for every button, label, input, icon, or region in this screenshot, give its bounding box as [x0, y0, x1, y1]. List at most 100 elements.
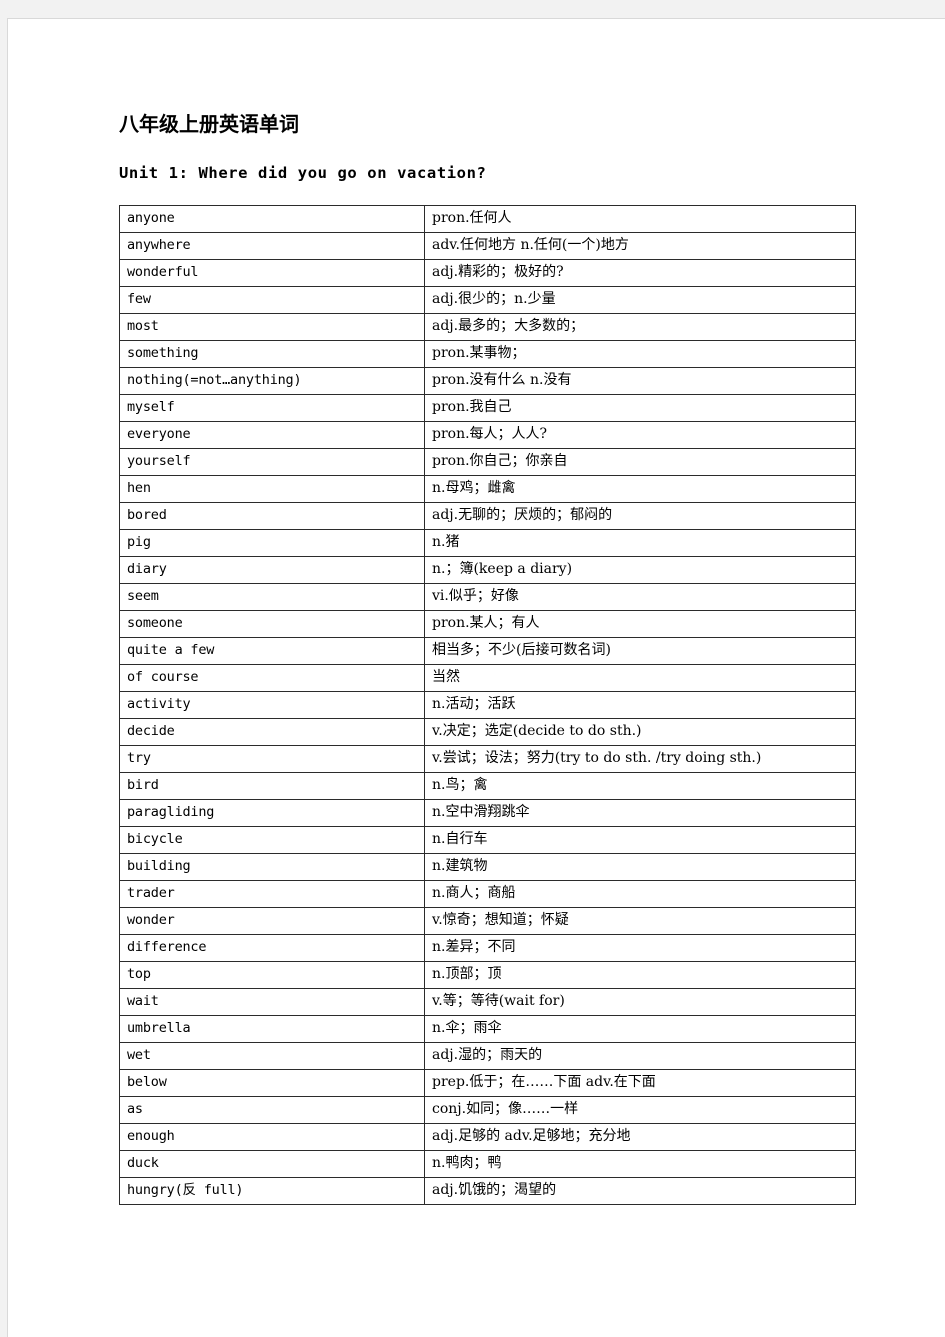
title-character: 词 — [279, 112, 299, 136]
vocab-word-cell: of course — [119, 664, 425, 692]
vocab-meaning-cell: n.猪 — [424, 529, 856, 557]
vocab-word-cell: wet — [119, 1042, 425, 1070]
table-row: of course 当然 — [119, 664, 856, 692]
vocab-word-cell: pig — [119, 529, 425, 557]
title-character: 单 — [259, 112, 279, 136]
vocab-meaning-cell: n.差异；不同 — [424, 934, 856, 962]
vocab-word-cell: everyone — [119, 421, 425, 449]
table-row: top n.顶部；顶 — [119, 961, 856, 989]
vocab-meaning-cell: pron.某事物； — [424, 340, 856, 368]
table-row: wonder v.惊奇；想知道；怀疑 — [119, 907, 856, 935]
vocab-word-cell: difference — [119, 934, 425, 962]
table-row: hen n.母鸡；雌禽 — [119, 475, 856, 503]
vocab-meaning-cell: adj.很少的；n.少量 — [424, 286, 856, 314]
vocab-word-cell: umbrella — [119, 1015, 425, 1043]
table-row: anywhere adv.任何地方 n.任何(一个)地方 — [119, 232, 856, 260]
table-row: as conj.如同；像……一样 — [119, 1096, 856, 1124]
vocabulary-table-body: anyone pron.任何人 anywhere adv.任何地方 n.任何(一个)地… — [119, 205, 856, 1205]
vocab-word-cell: quite a few — [119, 637, 425, 665]
table-row: decide v.决定；选定(decide to do sth.) — [119, 718, 856, 746]
vocab-word-cell: activity — [119, 691, 425, 719]
vocab-word-cell: top — [119, 961, 425, 989]
table-row: something pron.某事物； — [119, 340, 856, 368]
vocab-word-cell: enough — [119, 1123, 425, 1151]
table-row: anyone pron.任何人 — [119, 205, 856, 233]
table-row: someone pron.某人；有人 — [119, 610, 856, 638]
vocab-word-cell: someone — [119, 610, 425, 638]
vocabulary-table: anyone pron.任何人 anywhere adv.任何地方 n.任何(一个)地… — [119, 205, 856, 1205]
table-row: activity n.活动；活跃 — [119, 691, 856, 719]
vocab-meaning-cell: n.鸭肉；鸭 — [424, 1150, 856, 1178]
vocab-word-cell: most — [119, 313, 425, 341]
table-row: below prep.低于；在……下面 adv.在下面 — [119, 1069, 856, 1097]
table-row: hungry(反 full) adj.饥饿的；渴望的 — [119, 1177, 856, 1205]
vocab-word-cell: trader — [119, 880, 425, 908]
vocab-meaning-cell: pron.某人；有人 — [424, 610, 856, 638]
vocab-meaning-cell: adj.精彩的；极好的? — [424, 259, 856, 287]
vocab-meaning-cell: pron.每人；人人? — [424, 421, 856, 449]
vocab-word-cell: building — [119, 853, 425, 881]
table-row: bird n.鸟；禽 — [119, 772, 856, 800]
table-row: yourself pron.你自己；你亲自 — [119, 448, 856, 476]
table-row: bored adj.无聊的；厌烦的；郁闷的 — [119, 502, 856, 530]
vocab-word-cell: something — [119, 340, 425, 368]
vocab-meaning-cell: 当然 — [424, 664, 856, 692]
table-row: most adj.最多的；大多数的； — [119, 313, 856, 341]
vocab-meaning-cell: n.活动；活跃 — [424, 691, 856, 719]
table-row: nothing(=not…anything) pron.没有什么 n.没有 — [119, 367, 856, 395]
unit-heading: Unit 1: Where did you go on vacation? — [119, 164, 487, 182]
title-character: 语 — [239, 112, 259, 136]
document-content: 八年级上册英语单词 Unit 1: Where did you go on va… — [113, 109, 856, 1205]
table-row: enough adj.足够的 adv.足够地；充分地 — [119, 1123, 856, 1151]
vocab-meaning-cell: adj.饥饿的；渴望的 — [424, 1177, 856, 1205]
vocab-word-cell: myself — [119, 394, 425, 422]
vocab-word-cell: below — [119, 1069, 425, 1097]
table-row: umbrella n.伞；雨伞 — [119, 1015, 856, 1043]
table-row: trader n.商人；商船 — [119, 880, 856, 908]
title-character: 八 — [119, 112, 139, 136]
vocab-meaning-cell: adv.任何地方 n.任何(一个)地方 — [424, 232, 856, 260]
vocab-meaning-cell: conj.如同；像……一样 — [424, 1096, 856, 1124]
vocab-meaning-cell: n.鸟；禽 — [424, 772, 856, 800]
table-row: quite a few 相当多；不少(后接可数名词) — [119, 637, 856, 665]
vocab-meaning-cell: n.空中滑翔跳伞 — [424, 799, 856, 827]
vocab-word-cell: wonderful — [119, 259, 425, 287]
table-row: wait v.等；等待(wait for) — [119, 988, 856, 1016]
vocab-meaning-cell: vi.似乎；好像 — [424, 583, 856, 611]
vocab-meaning-cell: pron.我自己 — [424, 394, 856, 422]
table-row: wet adj.湿的；雨天的 — [119, 1042, 856, 1070]
table-row: building n.建筑物 — [119, 853, 856, 881]
vocab-word-cell: hungry(反 full) — [119, 1177, 425, 1205]
vocab-meaning-cell: 相当多；不少(后接可数名词) — [424, 637, 856, 665]
vocab-word-cell: yourself — [119, 448, 425, 476]
table-row: few adj.很少的；n.少量 — [119, 286, 856, 314]
vocab-word-cell: bicycle — [119, 826, 425, 854]
vocab-word-cell: as — [119, 1096, 425, 1124]
vocab-word-cell: paragliding — [119, 799, 425, 827]
vocab-word-cell: few — [119, 286, 425, 314]
vocab-meaning-cell: prep.低于；在……下面 adv.在下面 — [424, 1069, 856, 1097]
vocab-meaning-cell: n.顶部；顶 — [424, 961, 856, 989]
vocab-meaning-cell: pron.你自己；你亲自 — [424, 448, 856, 476]
vocab-meaning-cell: n.自行车 — [424, 826, 856, 854]
table-row: myself pron.我自己 — [119, 394, 856, 422]
table-row: difference n.差异；不同 — [119, 934, 856, 962]
vocab-word-cell: diary — [119, 556, 425, 584]
table-row: try v.尝试；设法；努力(try to do sth. /try doing … — [119, 745, 856, 773]
document-page: 八年级上册英语单词 Unit 1: Where did you go on va… — [7, 18, 945, 1337]
page-title: 八年级上册英语单词 — [113, 109, 855, 139]
table-row: seem vi.似乎；好像 — [119, 583, 856, 611]
vocab-meaning-cell: pron.任何人 — [424, 205, 856, 233]
vocab-word-cell: wait — [119, 988, 425, 1016]
table-row: everyone pron.每人；人人? — [119, 421, 856, 449]
table-row: wonderful adj.精彩的；极好的? — [119, 259, 856, 287]
vocab-meaning-cell: adj.最多的；大多数的； — [424, 313, 856, 341]
vocab-meaning-cell: n.商人；商船 — [424, 880, 856, 908]
vocab-meaning-cell: v.等；等待(wait for) — [424, 988, 856, 1016]
vocab-word-cell: anywhere — [119, 232, 425, 260]
title-character: 上 — [179, 112, 199, 136]
table-row: duck n.鸭肉；鸭 — [119, 1150, 856, 1178]
vocab-word-cell: duck — [119, 1150, 425, 1178]
vocab-word-cell: bored — [119, 502, 425, 530]
title-character: 英 — [219, 112, 239, 136]
